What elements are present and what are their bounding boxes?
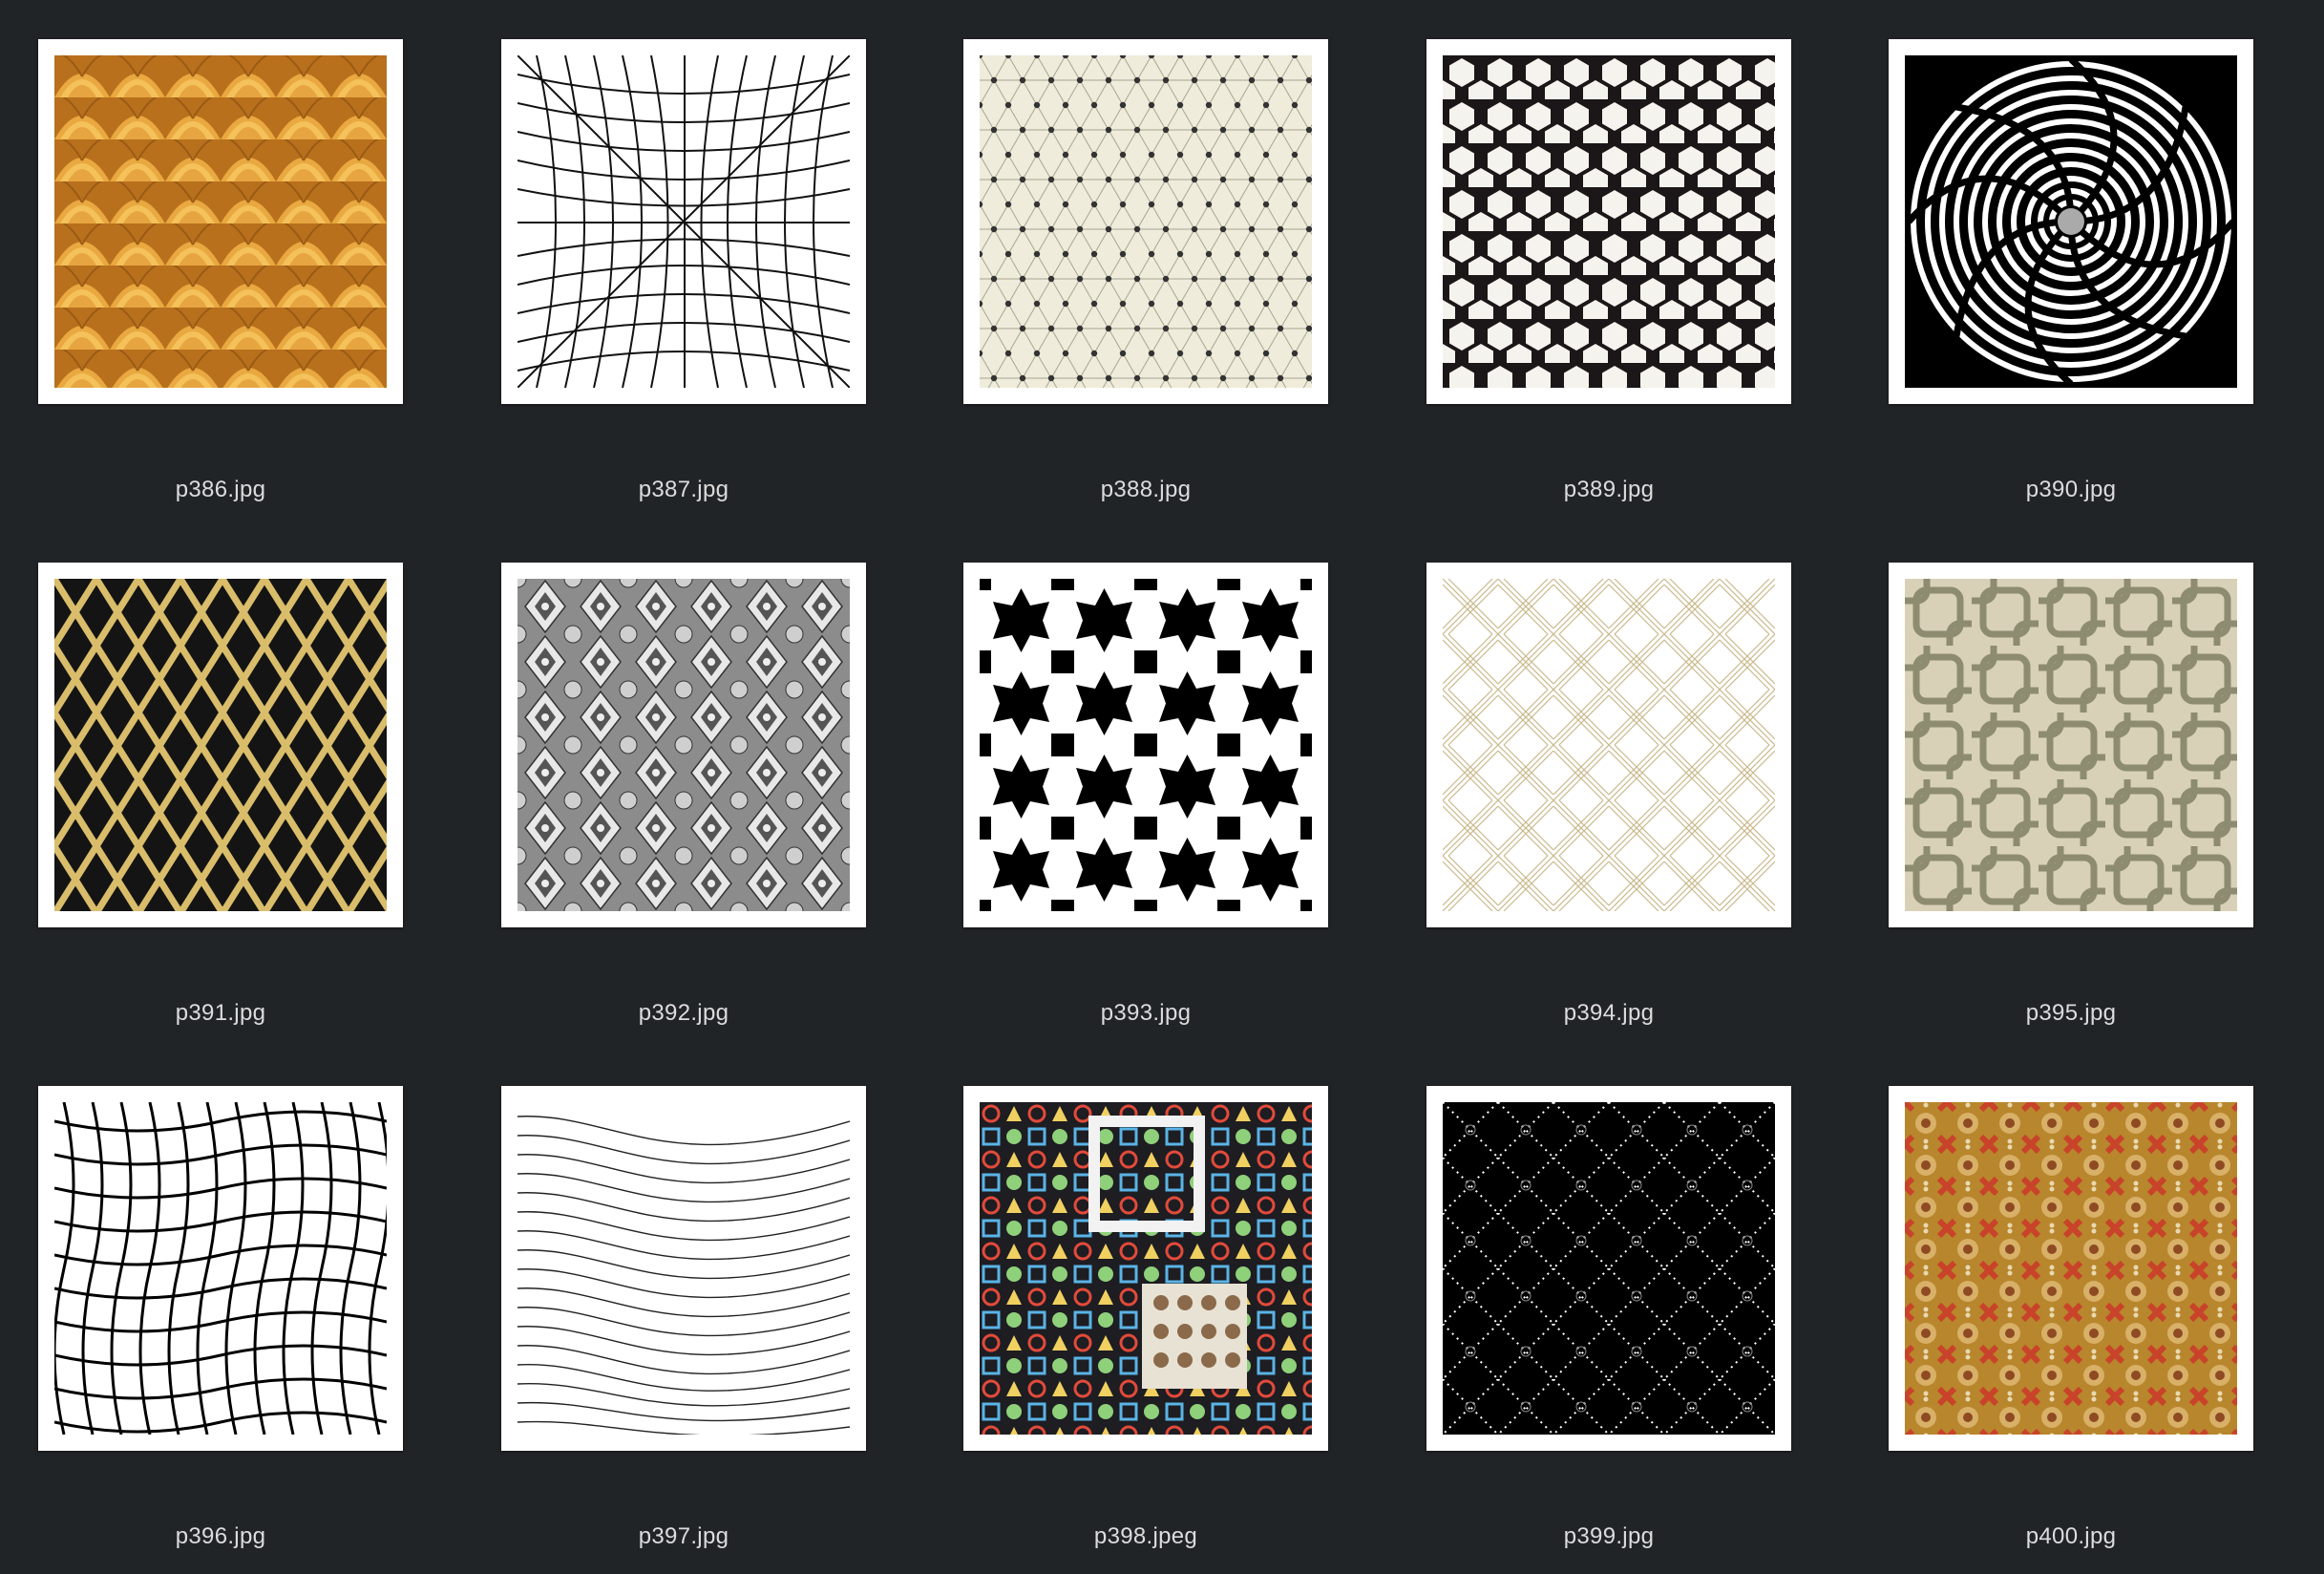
file-item[interactable]: p392.jpg [501, 563, 866, 1026]
file-name: p390.jpg [2025, 477, 2117, 502]
file-name: p387.jpg [638, 477, 729, 502]
wavy-grid-image [54, 1102, 387, 1435]
file-item[interactable]: p388.jpg [963, 39, 1328, 502]
file-item[interactable]: p394.jpg [1426, 563, 1791, 1026]
beige-geometric-image [980, 55, 1312, 388]
file-name: p394.jpg [1563, 1000, 1655, 1026]
orange-scales-image [54, 55, 387, 388]
file-item[interactable]: p387.jpg [501, 39, 866, 502]
file-name: p392.jpg [638, 1000, 729, 1026]
dotted-diamond-image [1443, 1102, 1775, 1435]
file-thumbnail[interactable] [963, 563, 1328, 927]
file-thumbnail[interactable] [963, 1086, 1328, 1451]
file-name: p399.jpg [1563, 1523, 1655, 1549]
file-name: p396.jpg [175, 1523, 266, 1549]
file-thumbnail[interactable] [501, 563, 866, 927]
file-item[interactable]: p390.jpg [1889, 39, 2253, 502]
file-name: p393.jpg [1100, 1000, 1192, 1026]
warped-line-grid-image [518, 55, 850, 388]
file-name: p397.jpg [638, 1523, 729, 1549]
file-thumbnail[interactable] [501, 1086, 866, 1451]
spiral-image [1905, 55, 2237, 388]
interlaced-chain-image [1905, 579, 2237, 911]
file-item[interactable]: p397.jpg [501, 1086, 866, 1549]
file-item[interactable]: p391.jpg [38, 563, 403, 1026]
file-item[interactable]: p393.jpg [963, 563, 1328, 1026]
file-name: p386.jpg [175, 477, 266, 502]
file-name: p388.jpg [1100, 477, 1192, 502]
file-item[interactable]: p399.jpg [1426, 1086, 1791, 1549]
file-thumbnail[interactable] [501, 39, 866, 404]
flowing-waves-image [518, 1102, 850, 1435]
file-name: p391.jpg [175, 1000, 266, 1026]
file-thumbnail-grid: p386.jpg p387.jpg p388.jpg p389.jpg p390… [0, 0, 2324, 1574]
gold-diamond-lattice-image [54, 579, 387, 911]
file-item[interactable]: p400.jpg [1889, 1086, 2253, 1549]
file-item[interactable]: p398.jpeg [963, 1086, 1328, 1549]
gold-line-lattice-image [1443, 579, 1775, 911]
file-thumbnail[interactable] [1889, 1086, 2253, 1451]
file-name: p389.jpg [1563, 477, 1655, 502]
op-art-mosaic-image [980, 1102, 1312, 1435]
file-name: p395.jpg [2025, 1000, 2117, 1026]
star-tile-image [980, 579, 1312, 911]
grey-ornamental-image [518, 579, 850, 911]
file-item[interactable]: p396.jpg [38, 1086, 403, 1549]
file-item[interactable]: p395.jpg [1889, 563, 2253, 1026]
file-thumbnail[interactable] [38, 1086, 403, 1451]
red-gold-floral-image [1905, 1102, 2237, 1435]
file-thumbnail[interactable] [1426, 39, 1791, 404]
file-item[interactable]: p386.jpg [38, 39, 403, 502]
file-thumbnail[interactable] [1426, 563, 1791, 927]
file-thumbnail[interactable] [1426, 1086, 1791, 1451]
file-thumbnail[interactable] [963, 39, 1328, 404]
file-name: p400.jpg [2025, 1523, 2117, 1549]
file-item[interactable]: p389.jpg [1426, 39, 1791, 502]
file-thumbnail[interactable] [1889, 563, 2253, 927]
file-thumbnail[interactable] [1889, 39, 2253, 404]
file-thumbnail[interactable] [38, 563, 403, 927]
hexagon-pattern-image [1443, 55, 1775, 388]
file-thumbnail[interactable] [38, 39, 403, 404]
file-name: p398.jpeg [1093, 1523, 1198, 1549]
